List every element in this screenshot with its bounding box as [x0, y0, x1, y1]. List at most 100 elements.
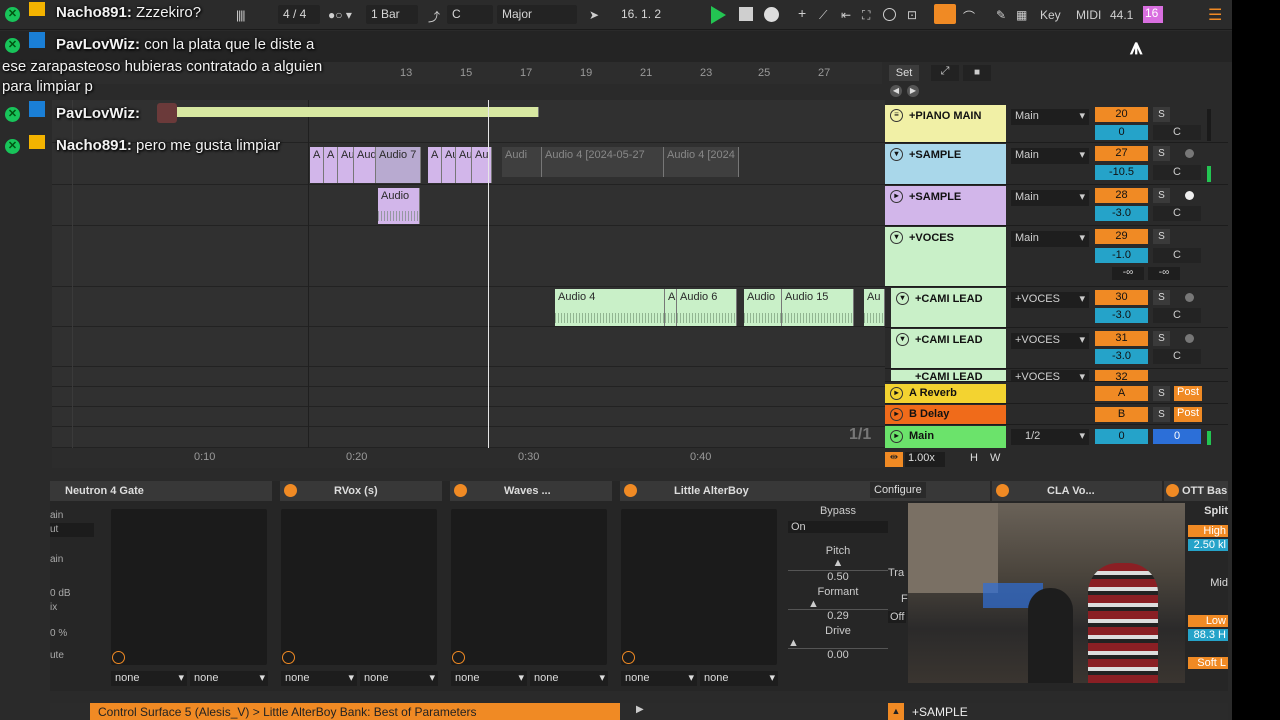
track-sample-2[interactable]: ▸+SAMPLE Main 28 -3.0 S C: [885, 186, 1228, 226]
nav-left-icon[interactable]: ◀: [890, 85, 902, 97]
automation-icon[interactable]: ⟋: [819, 8, 827, 23]
clip[interactable]: A: [324, 147, 338, 183]
fold-icon[interactable]: ▾: [896, 292, 909, 305]
time-signature[interactable]: 4 / 4: [278, 5, 320, 24]
device-header[interactable]: Little AlterBoy Configure: [620, 481, 990, 501]
output-routing[interactable]: 1/2: [1011, 429, 1089, 445]
fold-icon[interactable]: ▾: [890, 148, 903, 161]
pitch-slider[interactable]: ▲: [788, 557, 888, 571]
track-number[interactable]: 20: [1095, 107, 1148, 122]
volume-value[interactable]: -3.0: [1095, 206, 1148, 221]
clip[interactable]: Audio 7: [376, 147, 421, 183]
follow-icon[interactable]: ⤴: [428, 8, 440, 25]
device-panel[interactable]: [111, 509, 267, 665]
track-name[interactable]: ≡ +PIANO MAIN: [885, 105, 1006, 142]
output-routing[interactable]: +VOCES: [1011, 292, 1089, 308]
status-play-icon[interactable]: ▶: [636, 704, 644, 715]
low-freq[interactable]: 88.3 H: [1188, 629, 1228, 641]
macro-select[interactable]: none: [700, 671, 778, 686]
draw-mode-icon[interactable]: ⌒: [963, 8, 975, 25]
formant-slider[interactable]: ▲: [788, 598, 888, 610]
fold-icon[interactable]: ▾: [896, 333, 909, 346]
macro-indicator[interactable]: [112, 651, 125, 664]
tempo-follow-icon[interactable]: ⇹: [885, 452, 903, 467]
macro-indicator[interactable]: [622, 651, 635, 664]
arm-icon[interactable]: [1185, 149, 1194, 158]
pan-value[interactable]: C: [1153, 248, 1201, 263]
lane-b-delay[interactable]: [52, 407, 885, 427]
return-a-reverb[interactable]: ▸ A Reverb A S Post: [885, 384, 1228, 404]
lane-cami-lead-2[interactable]: [52, 327, 885, 367]
clip[interactable]: Audio 15: [782, 289, 854, 326]
post-button[interactable]: Post: [1174, 386, 1202, 401]
set-button[interactable]: Set: [889, 65, 919, 81]
record-icon[interactable]: [764, 7, 779, 22]
volume-value[interactable]: -3.0: [1095, 308, 1148, 323]
device-header[interactable]: RVox (s): [280, 481, 442, 501]
keyboard-icon[interactable]: ▦: [1016, 8, 1027, 22]
track-name[interactable]: ▾ +CAMI LEAD: [891, 329, 1006, 368]
clip[interactable]: Audio: [744, 289, 782, 326]
track-name[interactable]: ▸ Main: [885, 426, 1006, 448]
power-icon[interactable]: [624, 484, 637, 497]
time-axis[interactable]: 0:10 0:20 0:30 0:40: [52, 448, 885, 468]
bypass-select[interactable]: On: [788, 521, 888, 533]
track-name[interactable]: ▸ A Reverb: [885, 384, 1006, 403]
drive-slider[interactable]: ▲: [788, 637, 888, 649]
macro-select[interactable]: none: [530, 671, 608, 686]
macro-select[interactable]: none: [281, 671, 357, 686]
track-sample-1[interactable]: ▾+SAMPLE Main 27 -10.5 S C: [885, 144, 1228, 185]
punch-icon[interactable]: ⛶: [862, 8, 870, 23]
solo-button[interactable]: S: [1153, 331, 1170, 346]
macro-indicator[interactable]: [282, 651, 295, 664]
track-cami-lead-3[interactable]: +CAMI LEAD +VOCES 32: [885, 370, 1228, 382]
device-header[interactable]: Neutron 4 Gate: [50, 481, 272, 501]
clip[interactable]: Audi: [354, 147, 376, 183]
track-name[interactable]: ▾ +CAMI LEAD: [891, 288, 1006, 327]
output-routing[interactable]: Main: [1011, 109, 1089, 125]
arm-icon[interactable]: [1185, 334, 1194, 343]
high-freq[interactable]: 2.50 kl: [1188, 539, 1228, 551]
scale-select[interactable]: Major: [497, 5, 577, 24]
device-panel[interactable]: [621, 509, 777, 665]
track-number[interactable]: 31: [1095, 331, 1148, 346]
track-number[interactable]: 28: [1095, 188, 1148, 203]
session-record-icon[interactable]: ⊡: [907, 8, 917, 22]
clip[interactable]: A: [428, 147, 442, 183]
play-state-icon[interactable]: ▸: [890, 387, 903, 400]
macro-select[interactable]: none: [451, 671, 527, 686]
nav-right-icon[interactable]: ▶: [907, 85, 919, 97]
low-button[interactable]: Low: [1188, 615, 1228, 627]
w-button[interactable]: W: [990, 452, 1000, 464]
device-panel[interactable]: [281, 509, 437, 665]
macro-indicator[interactable]: [452, 651, 465, 664]
play-state-icon[interactable]: ▸: [890, 408, 903, 421]
zoom-factor[interactable]: 1.00x: [905, 452, 945, 467]
lane-sample-2[interactable]: [52, 185, 885, 226]
clip[interactable]: A: [665, 289, 677, 326]
key-map-button[interactable]: Key: [1040, 8, 1061, 22]
device-header[interactable]: Waves ...: [450, 481, 612, 501]
solo-button[interactable]: S: [1153, 386, 1170, 401]
side-select[interactable]: Off: [888, 611, 907, 623]
output-routing[interactable]: Main: [1011, 190, 1089, 206]
stop-icon[interactable]: [739, 7, 753, 21]
clip[interactable]: Audio: [378, 188, 420, 224]
track-number[interactable]: 32: [1095, 370, 1148, 381]
clip[interactable]: Audio 6: [677, 289, 737, 326]
macro-select[interactable]: none: [360, 671, 438, 686]
clip[interactable]: A: [310, 147, 324, 183]
send-letter[interactable]: B: [1095, 407, 1148, 422]
playhead[interactable]: [488, 100, 489, 448]
menu-icon[interactable]: ☰: [1208, 5, 1222, 25]
clip[interactable]: Au: [338, 147, 354, 183]
output-routing[interactable]: Main: [1011, 231, 1089, 247]
play-state-icon[interactable]: ▸: [890, 430, 903, 443]
play-icon[interactable]: [711, 6, 726, 24]
track-name[interactable]: +CAMI LEAD: [891, 370, 1006, 381]
pan-value[interactable]: C: [1153, 165, 1201, 180]
quantize-dot-icon[interactable]: ●○ ▾: [328, 8, 352, 22]
lane-cami-lead-3[interactable]: [52, 367, 885, 387]
solo-button[interactable]: S: [1153, 188, 1170, 203]
fold-icon[interactable]: ≡: [890, 109, 903, 122]
